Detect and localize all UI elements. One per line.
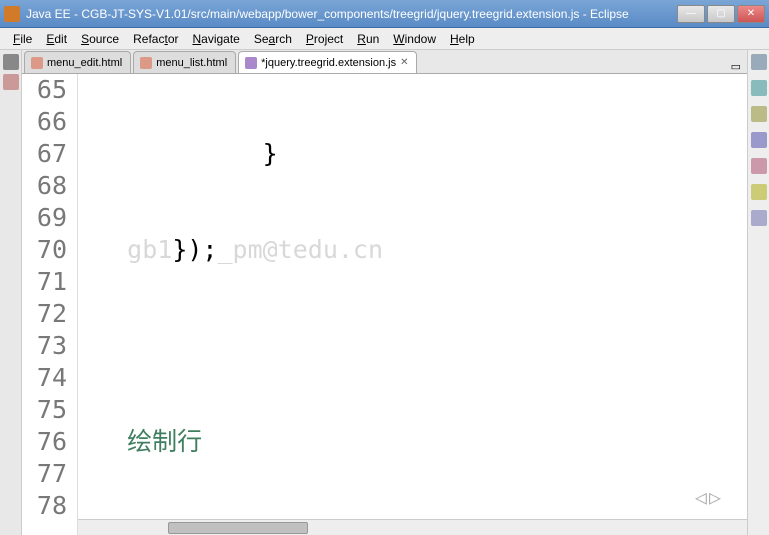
tab-label: *jquery.treegrid.extension.js — [261, 57, 396, 69]
line-number: 69 — [22, 202, 67, 234]
code-line: gb1});_pm@tedu.cn — [82, 234, 747, 266]
left-toolbar — [0, 50, 22, 535]
palette-icon[interactable] — [751, 158, 767, 174]
menu-refactor[interactable]: Refactor — [126, 30, 185, 48]
servers-icon[interactable] — [751, 132, 767, 148]
line-number: 65 — [22, 74, 67, 106]
tab-extension-js[interactable]: *jquery.treegrid.extension.js ✕ — [238, 51, 417, 73]
line-number: 74 — [22, 362, 67, 394]
menu-source[interactable]: Source — [74, 30, 126, 48]
menu-project[interactable]: Project — [299, 30, 350, 48]
line-number: 77 — [22, 458, 67, 490]
scroll-thumb[interactable] — [168, 522, 308, 534]
line-number: 67 — [22, 138, 67, 170]
line-number: 71 — [22, 266, 67, 298]
code-line: 绘制行 — [82, 426, 747, 458]
editor-maximize-icon[interactable]: ▭ — [725, 60, 747, 73]
line-number: 78 — [22, 490, 67, 522]
code-body[interactable]: } gb1});_pm@tedu.cn 绘制行 rget.renderRow =… — [78, 74, 747, 535]
tab-label: menu_edit.html — [47, 57, 122, 69]
line-number: 75 — [22, 394, 67, 426]
code-line: } — [82, 138, 747, 170]
ju-icon[interactable] — [751, 184, 767, 200]
menu-edit[interactable]: Edit — [39, 30, 74, 48]
menubar: File Edit Source Refactor Navigate Searc… — [0, 28, 769, 50]
close-button[interactable]: ✕ — [737, 5, 765, 23]
maximize-button[interactable]: ▢ — [707, 5, 735, 23]
misc-icon[interactable] — [751, 210, 767, 226]
restore-icon[interactable] — [3, 54, 19, 70]
menu-search[interactable]: Search — [247, 30, 299, 48]
code-line — [82, 330, 747, 362]
line-number: 70 — [22, 234, 67, 266]
menu-help[interactable]: Help — [443, 30, 482, 48]
window-controls: — ▢ ✕ — [677, 5, 765, 23]
editor-panel: menu_edit.html menu_list.html *jquery.tr… — [22, 50, 747, 535]
line-number: 76 — [22, 426, 67, 458]
eclipse-icon — [4, 6, 20, 22]
nav-right-icon[interactable]: ▷ — [709, 481, 721, 513]
tab-menu-edit[interactable]: menu_edit.html — [24, 51, 131, 73]
js-file-icon — [245, 57, 257, 69]
content-area: menu_edit.html menu_list.html *jquery.tr… — [0, 50, 769, 535]
editor-tabs: menu_edit.html menu_list.html *jquery.tr… — [22, 50, 747, 74]
minimize-button[interactable]: — — [677, 5, 705, 23]
html-file-icon — [140, 57, 152, 69]
nav-left-icon[interactable]: ◁ — [695, 481, 707, 513]
code-editor[interactable]: 65 66 67 68 69 70 71 72 73 74 75 76 77 7… — [22, 74, 747, 535]
line-number-gutter: 65 66 67 68 69 70 71 72 73 74 75 76 77 7… — [22, 74, 78, 535]
restore-view-icon[interactable] — [751, 54, 767, 70]
package-explorer-icon[interactable] — [3, 74, 19, 90]
right-toolbar — [747, 50, 769, 535]
tab-close-icon[interactable]: ✕ — [400, 57, 408, 68]
menu-run[interactable]: Run — [350, 30, 386, 48]
menu-navigate[interactable]: Navigate — [185, 30, 246, 48]
menu-file[interactable]: File — [6, 30, 39, 48]
window-title: Java EE - CGB-JT-SYS-V1.01/src/main/weba… — [26, 7, 677, 21]
titlebar: Java EE - CGB-JT-SYS-V1.01/src/main/weba… — [0, 0, 769, 28]
line-number: 73 — [22, 330, 67, 362]
nav-arrows: ◁▷ — [695, 481, 721, 513]
tab-menu-list[interactable]: menu_list.html — [133, 51, 236, 73]
html-file-icon — [31, 57, 43, 69]
outline-icon[interactable] — [751, 80, 767, 96]
tasklist-icon[interactable] — [751, 106, 767, 122]
line-number: 72 — [22, 298, 67, 330]
line-number: 66 — [22, 106, 67, 138]
tab-label: menu_list.html — [156, 57, 227, 69]
line-number: 68 — [22, 170, 67, 202]
horizontal-scrollbar[interactable] — [78, 519, 747, 535]
menu-window[interactable]: Window — [386, 30, 443, 48]
